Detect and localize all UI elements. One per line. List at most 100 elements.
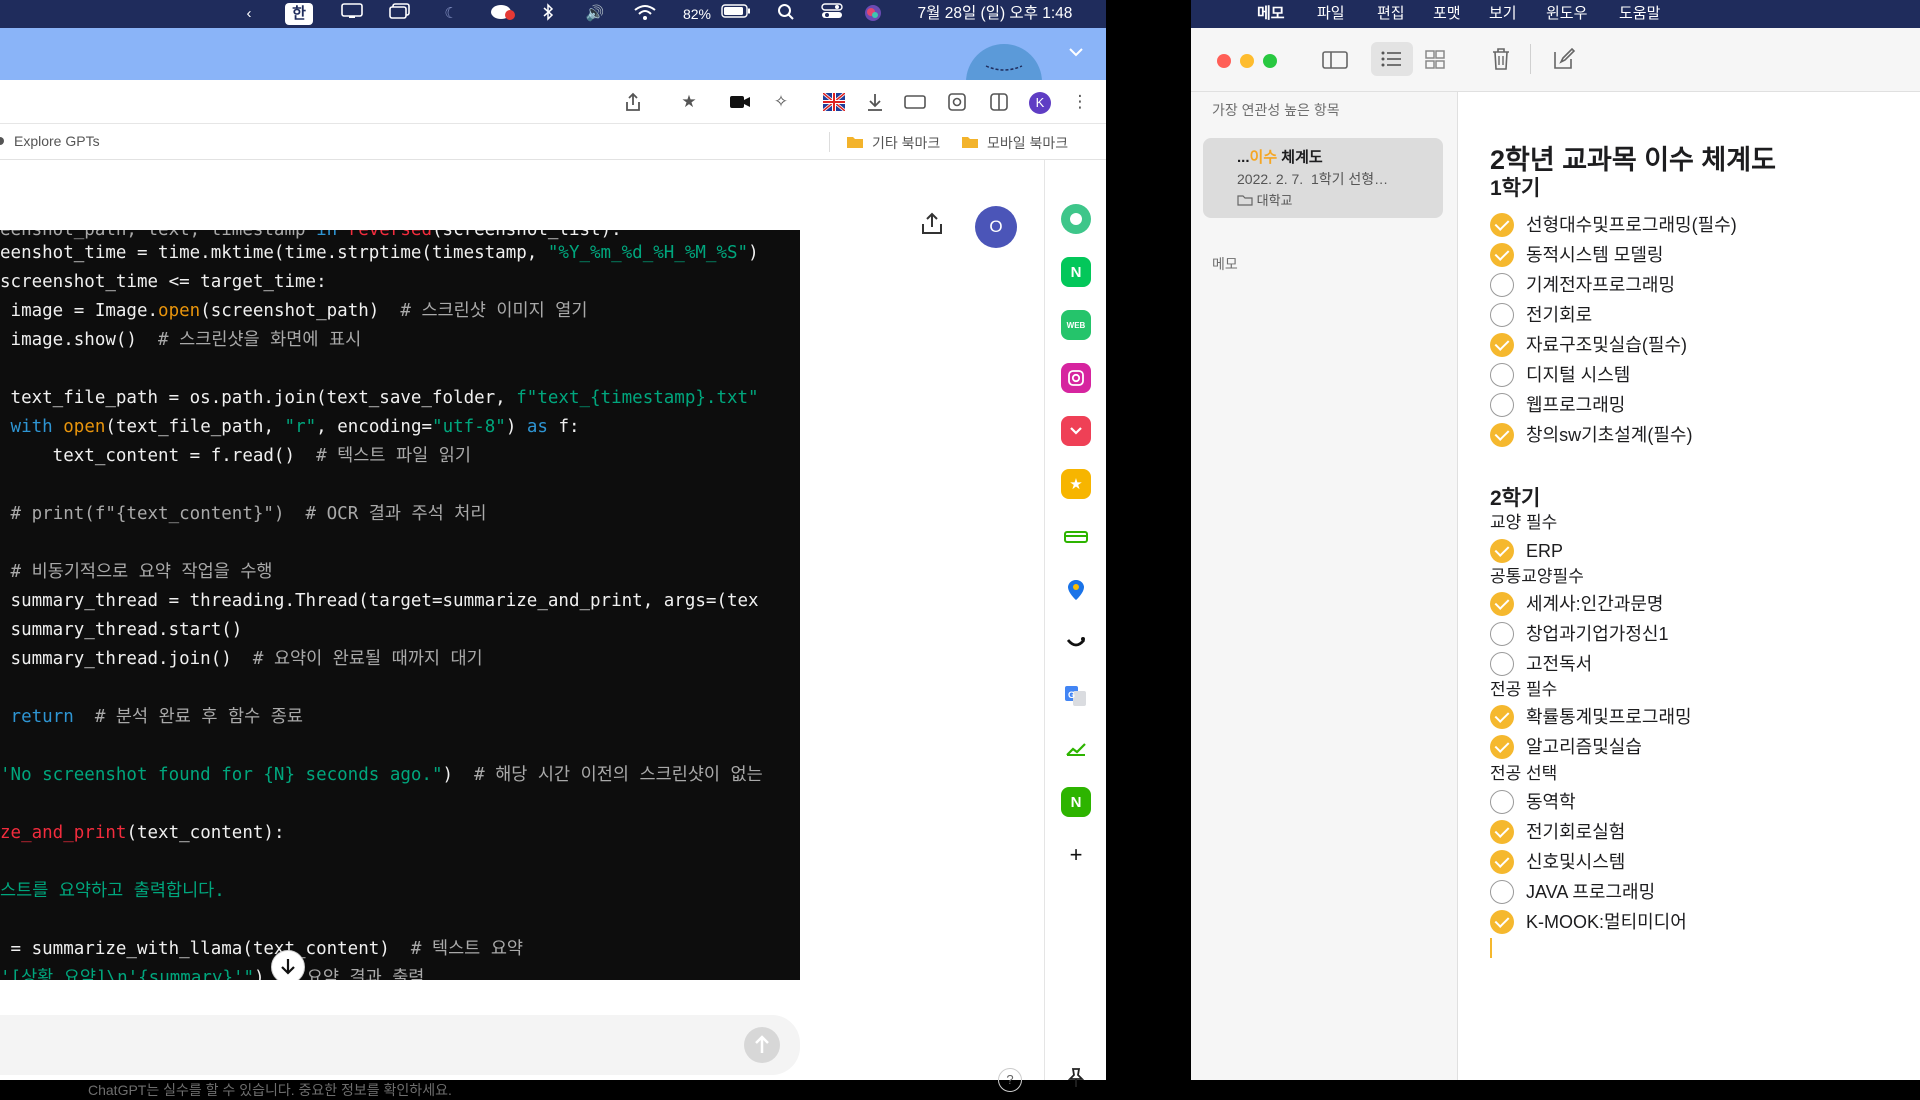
sidebar-app-icon[interactable] — [1061, 204, 1091, 234]
bookmark-star-icon[interactable]: ★ — [677, 90, 701, 114]
split-view-icon[interactable] — [987, 90, 1011, 114]
user-avatar[interactable]: O — [975, 206, 1017, 248]
checklist-item-text[interactable]: 확률통계및프로그래밍 — [1526, 705, 1692, 729]
menu-notes[interactable]: 메모 — [1257, 3, 1285, 25]
window-icon[interactable] — [388, 3, 412, 25]
checklist-item-text[interactable]: 웹프로그래밍 — [1526, 393, 1625, 417]
bookmark-explore-gpts[interactable]: Explore GPTs — [14, 133, 100, 149]
trash-icon[interactable] — [1489, 46, 1513, 77]
zoom-window-button[interactable] — [1263, 54, 1277, 68]
tab-search-chevron-icon[interactable] — [1066, 42, 1086, 62]
checklist-checkbox[interactable] — [1490, 652, 1514, 676]
checklist-checkbox[interactable] — [1490, 393, 1514, 417]
translate-flag-icon[interactable] — [822, 90, 846, 114]
checklist-checkbox[interactable] — [1490, 790, 1514, 814]
share-chat-icon[interactable] — [918, 210, 946, 238]
checklist-item-text[interactable]: 동역학 — [1526, 790, 1576, 814]
webtoon-icon[interactable]: WEB — [1061, 310, 1091, 340]
display-icon[interactable] — [340, 3, 364, 25]
moon-icon[interactable]: ☾ — [440, 3, 462, 25]
checklist-item-text[interactable]: 디지털 시스템 — [1526, 363, 1630, 387]
chat-notification-icon[interactable] — [490, 3, 516, 25]
checklist-item-text[interactable]: 전기회로실험 — [1526, 820, 1625, 844]
checklist-checkbox[interactable] — [1490, 539, 1514, 563]
scroll-down-button[interactable] — [271, 950, 305, 980]
menu-bar-clock[interactable]: 7월 28일 (일) 오후 1:48 — [900, 3, 1090, 25]
checklist-item-text[interactable]: JAVA 프로그래밍 — [1526, 880, 1655, 904]
camera-extension-icon[interactable] — [728, 90, 752, 114]
checklist-item-text[interactable]: 창의sw기초설계(필수) — [1526, 423, 1692, 447]
checklist-checkbox[interactable] — [1490, 592, 1514, 616]
menu-help[interactable]: 도움말 — [1619, 3, 1660, 25]
checklist-item-text[interactable]: 고전독서 — [1526, 652, 1592, 676]
checklist-checkbox[interactable] — [1490, 910, 1514, 934]
card-icon[interactable] — [1061, 522, 1091, 552]
menu-edit[interactable]: 편집 — [1377, 3, 1405, 25]
message-input[interactable] — [0, 1015, 800, 1075]
minimize-window-button[interactable] — [1240, 54, 1254, 68]
checklist-item-text[interactable]: 신호및시스템 — [1526, 850, 1625, 874]
close-window-button[interactable] — [1217, 54, 1231, 68]
sidebar-toggle-icon[interactable] — [1321, 48, 1349, 77]
checklist-checkbox[interactable] — [1490, 303, 1514, 327]
help-button[interactable]: ? — [998, 1068, 1022, 1092]
checklist-checkbox[interactable] — [1490, 363, 1514, 387]
checklist-checkbox[interactable] — [1490, 333, 1514, 357]
profile-avatar[interactable]: K — [1029, 92, 1051, 114]
pin-icon[interactable] — [1064, 1066, 1088, 1090]
checklist-item-text[interactable]: 기계전자프로그래밍 — [1526, 273, 1675, 297]
checklist-item-text[interactable]: ERP — [1526, 539, 1563, 563]
menu-file[interactable]: 파일 — [1317, 3, 1345, 25]
battery-icon[interactable] — [720, 3, 752, 25]
more-menu-icon[interactable]: ⋮ — [1068, 90, 1092, 114]
checklist-checkbox[interactable] — [1490, 423, 1514, 447]
bluetooth-icon[interactable] — [540, 3, 556, 25]
checklist-checkbox[interactable] — [1490, 213, 1514, 237]
star-bookmark-icon[interactable]: ★ — [1061, 469, 1091, 499]
wifi-icon[interactable] — [632, 3, 658, 25]
checklist-checkbox[interactable] — [1490, 243, 1514, 267]
bookmark-folder-other[interactable]: 기타 북마크 — [872, 133, 940, 153]
checklist-item-text[interactable]: 동적시스템 모델링 — [1526, 243, 1663, 267]
share-icon[interactable] — [621, 90, 645, 114]
checklist-item-text[interactable]: 선형대수및프로그래밍(필수) — [1526, 213, 1737, 237]
checklist-checkbox[interactable] — [1490, 735, 1514, 759]
control-center-icon[interactable] — [820, 3, 844, 25]
naver-bag-icon[interactable]: N — [1061, 787, 1091, 817]
download-icon[interactable] — [863, 90, 887, 114]
input-mode-indicator[interactable]: 한 — [285, 3, 313, 25]
list-view-button[interactable] — [1371, 42, 1413, 76]
checklist-item-text[interactable]: 세계사:인간과문명 — [1526, 592, 1663, 616]
checklist-item-text[interactable]: 전기회로 — [1526, 303, 1592, 327]
chevron-left-icon[interactable]: ‹ — [240, 3, 258, 25]
extensions-icon[interactable]: ✧ — [769, 90, 793, 114]
menu-format[interactable]: 포맷 — [1433, 3, 1461, 25]
add-icon[interactable]: + — [1061, 840, 1091, 870]
map-pin-icon[interactable] — [1061, 575, 1091, 605]
gallery-view-icon[interactable] — [1423, 48, 1447, 77]
bookmark-folder-mobile[interactable]: 모바일 북마크 — [987, 133, 1068, 153]
video-icon[interactable] — [903, 90, 927, 114]
checklist-checkbox[interactable] — [1490, 705, 1514, 729]
menu-view[interactable]: 보기 — [1489, 3, 1517, 25]
google-translate-icon[interactable]: G — [1061, 681, 1091, 711]
checklist-checkbox[interactable] — [1490, 820, 1514, 844]
smile-icon[interactable] — [1061, 628, 1091, 658]
checklist-item-text[interactable]: 알고리즘및실습 — [1526, 735, 1642, 759]
menu-window[interactable]: 윈도우 — [1546, 3, 1587, 25]
compose-icon[interactable] — [1551, 46, 1577, 77]
note-card[interactable]: ...이수 체계도 2022. 2. 7. 1학기 선형… 대학교 — [1203, 138, 1443, 218]
checklist-checkbox[interactable] — [1490, 850, 1514, 874]
checklist-item-text[interactable]: 창업과기업가정신1 — [1526, 622, 1669, 646]
checklist-item-text[interactable]: K-MOOK:멀티미디어 — [1526, 910, 1687, 934]
checklist-item-text[interactable]: 자료구조및실습(필수) — [1526, 333, 1687, 357]
siri-icon[interactable] — [862, 3, 884, 25]
screenshot-icon[interactable] — [945, 90, 969, 114]
pocket-icon[interactable] — [1061, 416, 1091, 446]
search-icon[interactable] — [775, 3, 797, 25]
naver-icon[interactable]: N — [1061, 257, 1091, 287]
note-editor[interactable]: 2학년 교과목 이수 체계도 1학기 선형대수및프로그래밍(필수) 동적시스템 모… — [1458, 92, 1920, 1080]
checklist-checkbox[interactable] — [1490, 273, 1514, 297]
instagram-icon[interactable] — [1061, 363, 1091, 393]
send-button[interactable] — [744, 1027, 780, 1063]
